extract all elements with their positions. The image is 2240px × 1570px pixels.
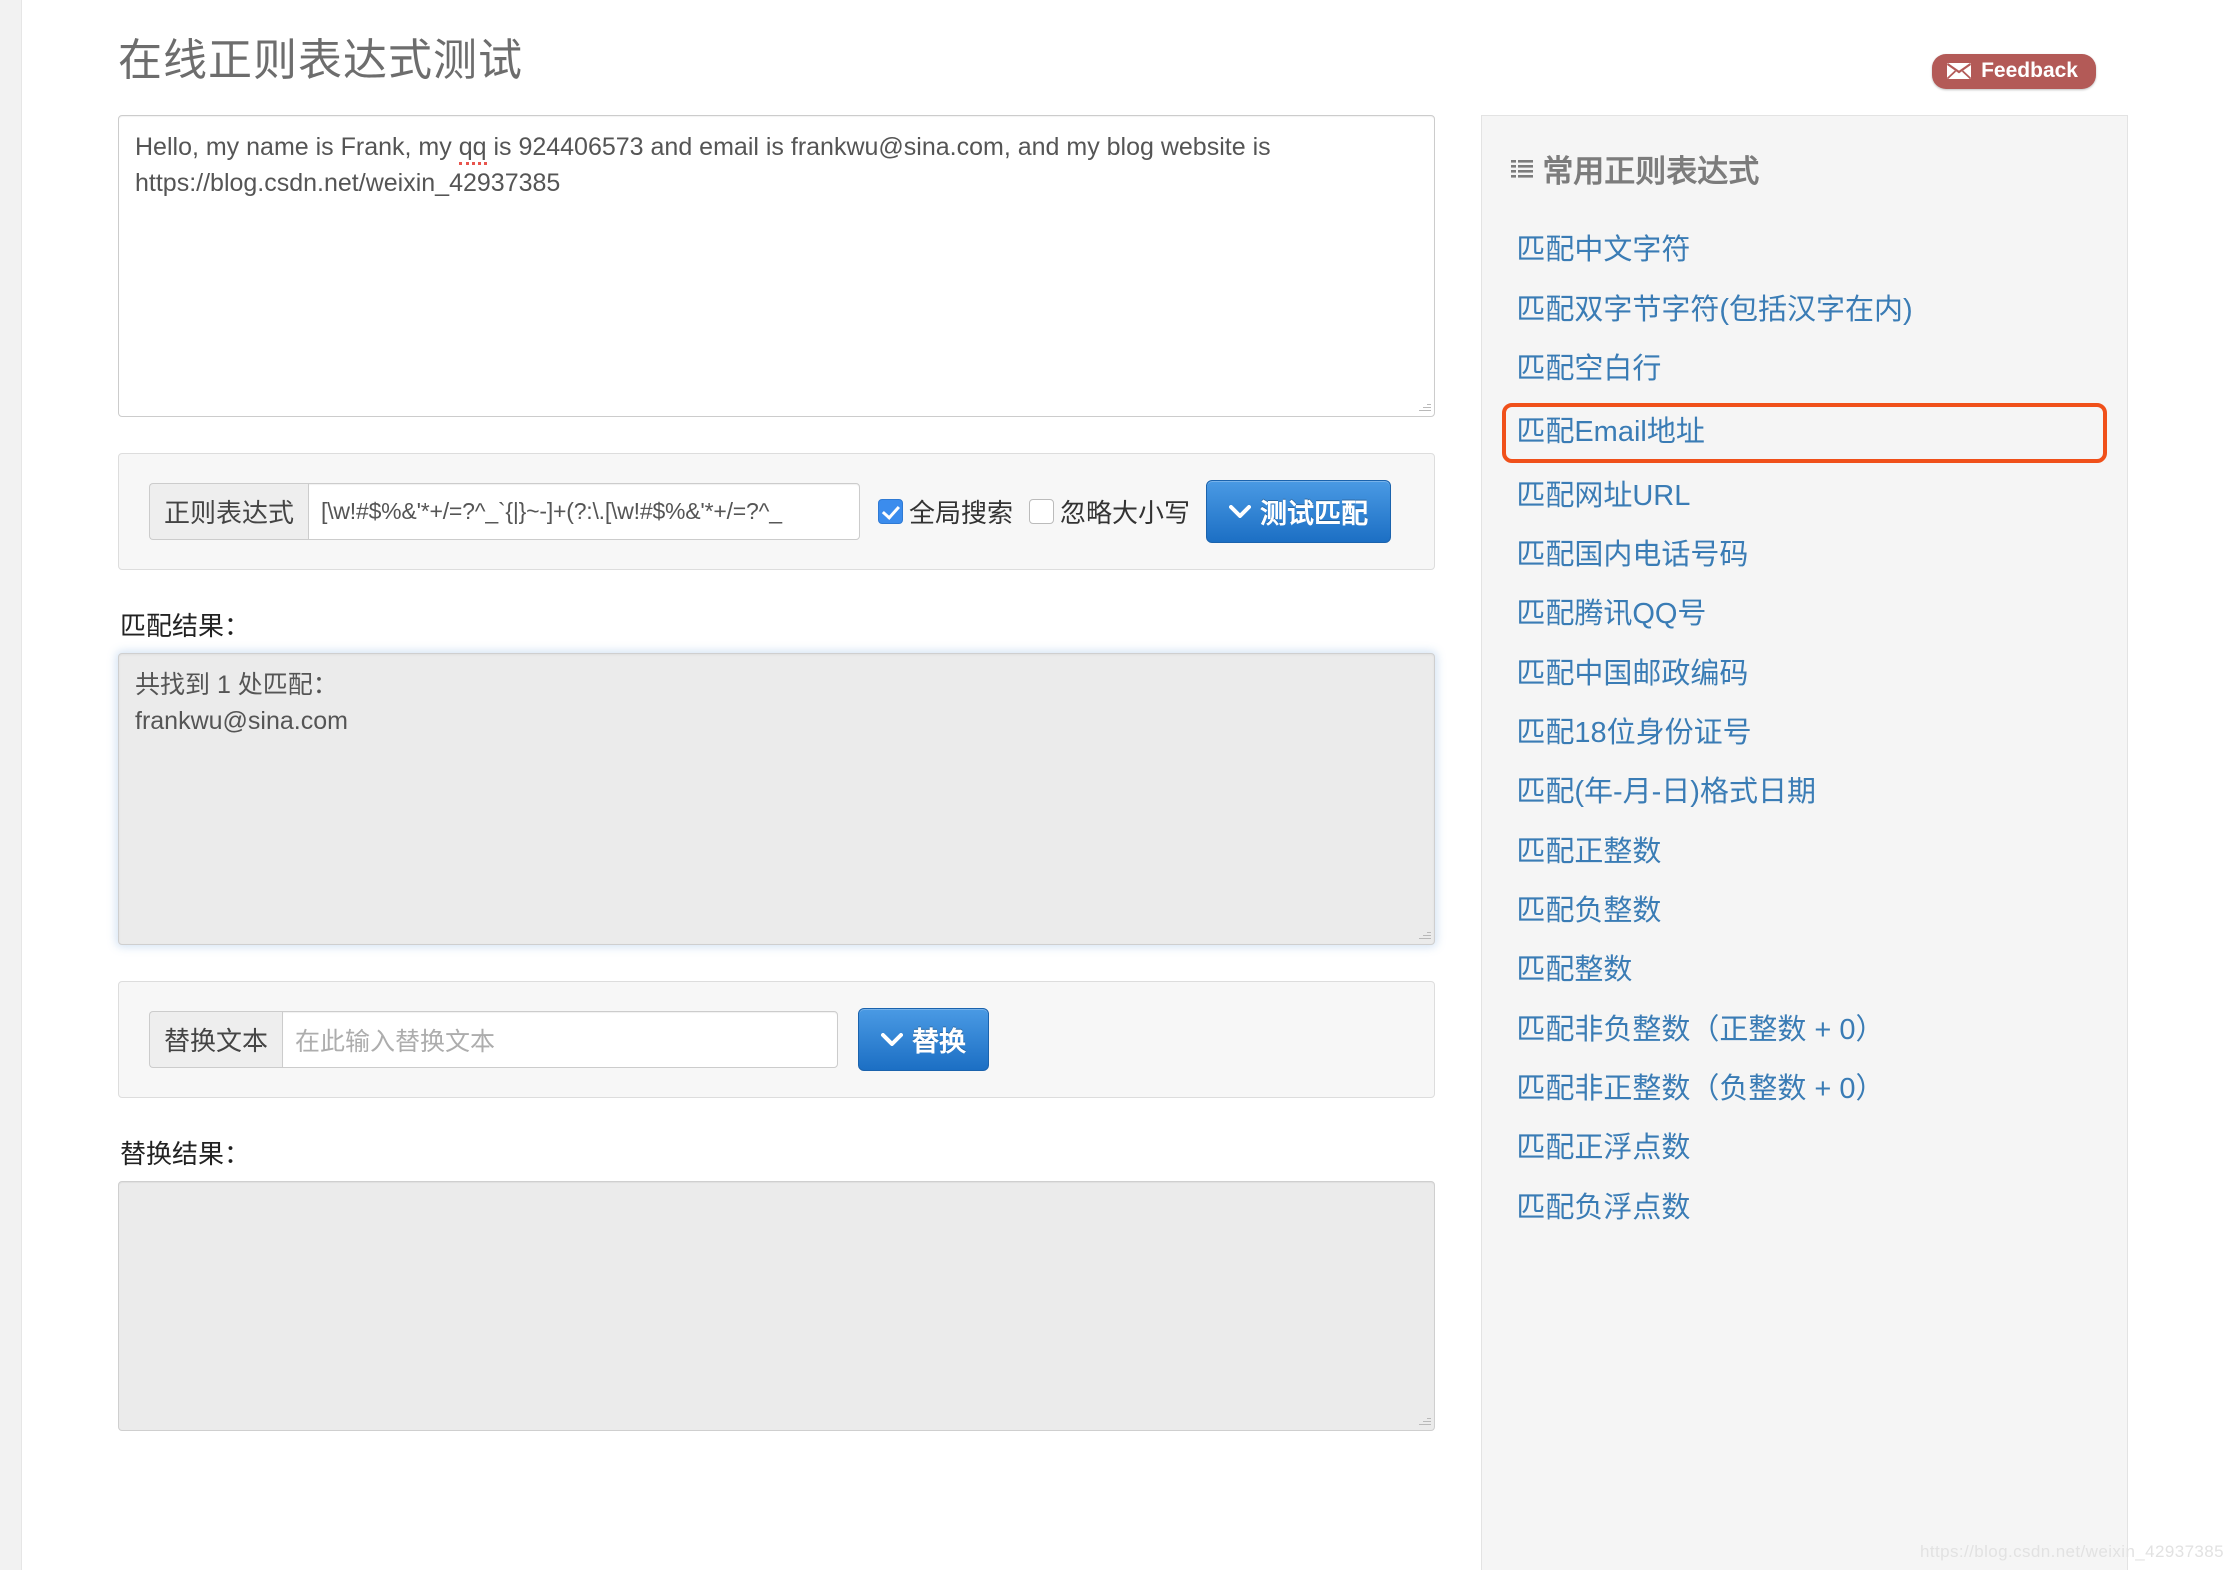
- chevron-down-icon: [881, 1033, 904, 1047]
- regex-label: 正则表达式: [149, 483, 309, 541]
- regex-options: 全局搜索 忽略大小写: [878, 493, 1206, 530]
- page-content: 在线正则表达式测试 Feedback Hello, my name is Fra…: [118, 0, 2128, 1570]
- resize-grip-icon[interactable]: [1417, 927, 1432, 941]
- ignore-case-label: 忽略大小写: [1060, 498, 1191, 529]
- source-line-1-part-c: is 924406573 and email is frankwu@sina.c…: [486, 133, 1271, 162]
- regex-input[interactable]: [\w!#$%&'*+/=?^_`{|}~-]+(?:\.[\w!#$%&'*+…: [308, 483, 861, 541]
- feedback-button[interactable]: Feedback: [1932, 54, 2096, 89]
- sidebar-item-list: 匹配中文字符 匹配双字节字符(包括汉字在内) 匹配空白行 匹配Email地址 匹配网址U…: [1502, 221, 2107, 1238]
- replace-result-label: 替换结果：: [120, 1139, 251, 1170]
- source-line-1-part-a: Hello, my name is Frank, my: [135, 133, 459, 162]
- sidebar-item[interactable]: 匹配空白行: [1510, 340, 2099, 399]
- ignore-case-checkbox[interactable]: [1029, 499, 1055, 525]
- regex-input-group: 正则表达式 [\w!#$%&'*+/=?^_`{|}~-]+(?:\.[\w!#…: [149, 483, 861, 541]
- test-match-label: 测试匹配: [1260, 499, 1369, 530]
- common-regex-sidebar: 常用正则表达式 匹配中文字符 匹配双字节字符(包括汉字在内) 匹配空白行 匹配Emai…: [1481, 115, 2128, 1570]
- sidebar-item[interactable]: 匹配正整数: [1510, 823, 2099, 882]
- replace-text-input[interactable]: 在此输入替换文本: [282, 1011, 839, 1069]
- sidebar-item[interactable]: 匹配非正整数（负整数 + 0）: [1510, 1060, 2099, 1119]
- regex-panel: 正则表达式 [\w!#$%&'*+/=?^_`{|}~-]+(?:\.[\w!#…: [118, 453, 1436, 571]
- source-text-input[interactable]: Hello, my name is Frank, my qq is 924406…: [118, 115, 1436, 418]
- sidebar-item[interactable]: 匹配负整数: [1510, 882, 2099, 941]
- replace-button[interactable]: 替换: [858, 1008, 990, 1072]
- sidebar-item[interactable]: 匹配正浮点数: [1510, 1119, 2099, 1178]
- replace-panel: 替换文本 在此输入替换文本 替换: [118, 981, 1436, 1099]
- replace-button-label: 替换: [912, 1027, 967, 1058]
- sidebar-item[interactable]: 匹配中文字符: [1510, 221, 2099, 280]
- left-column: Hello, my name is Frank, my qq is 924406…: [118, 115, 1436, 1432]
- sidebar-item[interactable]: 匹配网址URL: [1510, 467, 2099, 526]
- sidebar-item[interactable]: 匹配Email地址: [1502, 403, 2107, 463]
- sidebar-item[interactable]: 匹配18位身份证号: [1510, 704, 2099, 763]
- test-match-button[interactable]: 测试匹配: [1206, 480, 1392, 544]
- resize-grip-icon[interactable]: [1417, 399, 1432, 413]
- sidebar-title: 常用正则表达式: [1510, 146, 2099, 191]
- page-title: 在线正则表达式测试: [118, 36, 523, 85]
- replace-input-group: 替换文本 在此输入替换文本: [149, 1011, 839, 1069]
- resize-grip-icon[interactable]: [1417, 1413, 1432, 1427]
- match-result-summary: 共找到 1 处匹配：: [135, 671, 338, 700]
- right-column: 常用正则表达式 匹配中文字符 匹配双字节字符(包括汉字在内) 匹配空白行 匹配Emai…: [1481, 115, 2128, 1570]
- sidebar-item[interactable]: 匹配国内电话号码: [1510, 526, 2099, 585]
- replace-result-output[interactable]: [118, 1181, 1436, 1432]
- match-result-output[interactable]: 共找到 1 处匹配： frankwu@sina.com: [118, 653, 1436, 946]
- match-result-value: frankwu@sina.com: [135, 706, 348, 735]
- sidebar-item[interactable]: 匹配中国邮政编码: [1510, 645, 2099, 704]
- chevron-down-icon: [1229, 505, 1252, 519]
- feedback-label: Feedback: [1981, 59, 2078, 82]
- columns: Hello, my name is Frank, my qq is 924406…: [118, 115, 2128, 1570]
- source-line-1: Hello, my name is Frank, my qq is 924406…: [135, 130, 1418, 166]
- sidebar-item[interactable]: 匹配双字节字符(包括汉字在内): [1510, 281, 2099, 340]
- source-line-1-misspelled-word: qq: [458, 133, 487, 166]
- global-search-checkbox[interactable]: [878, 499, 904, 525]
- replace-text-label: 替换文本: [149, 1011, 283, 1069]
- watermark: https://blog.csdn.net/weixin_42937385: [1919, 1542, 2224, 1561]
- source-line-2: https://blog.csdn.net/weixin_42937385: [135, 168, 561, 197]
- page-root: 在线正则表达式测试 Feedback Hello, my name is Fra…: [0, 0, 2240, 1570]
- sidebar-title-label: 常用正则表达式: [1542, 154, 1760, 190]
- envelope-icon: [1946, 62, 1972, 80]
- sidebar-item[interactable]: 匹配负浮点数: [1510, 1179, 2099, 1238]
- sidebar-item[interactable]: 匹配非负整数（正整数 + 0）: [1510, 1001, 2099, 1060]
- global-search-label: 全局搜索: [909, 498, 1014, 529]
- left-margin-strip: [0, 0, 22, 1570]
- list-icon: [1510, 157, 1534, 181]
- sidebar-item[interactable]: 匹配腾讯QQ号: [1510, 585, 2099, 644]
- sidebar-item[interactable]: 匹配(年-月-日)格式日期: [1510, 763, 2099, 822]
- match-result-label: 匹配结果：: [120, 611, 251, 642]
- sidebar-item[interactable]: 匹配整数: [1510, 941, 2099, 1000]
